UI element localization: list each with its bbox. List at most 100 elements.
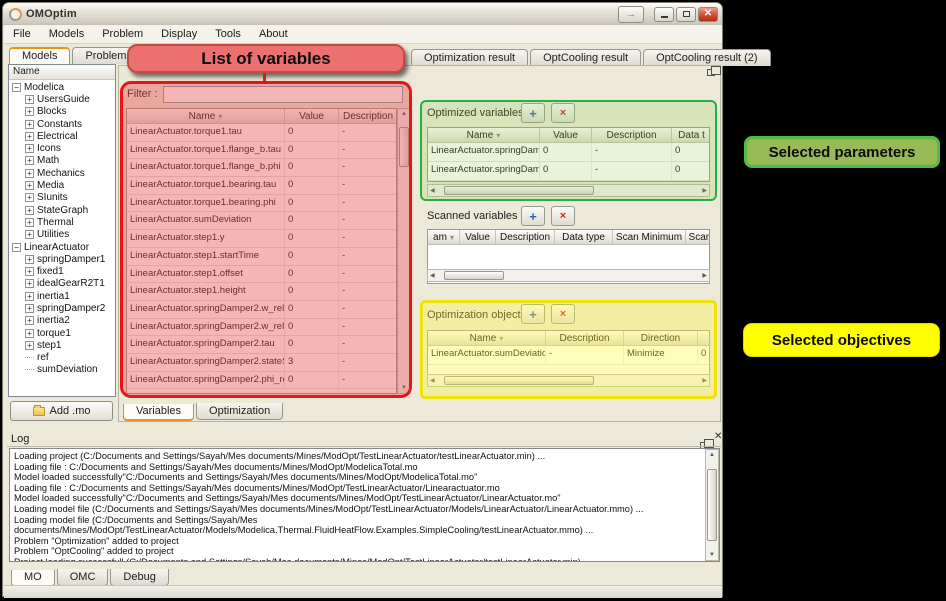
table-row[interactable]: LinearActuator.springDamper2.stateSelect… bbox=[127, 354, 396, 372]
scrollbar-thumb[interactable] bbox=[444, 376, 594, 385]
tree-item-springdamper1[interactable]: +springDamper1 bbox=[9, 253, 115, 265]
column-header-value[interactable]: Value bbox=[285, 109, 339, 123]
tree-expand-icon[interactable]: + bbox=[25, 218, 34, 227]
scrollbar-thumb[interactable] bbox=[707, 469, 717, 541]
tab-omc[interactable]: OMC bbox=[57, 569, 109, 586]
objectives-remove-button[interactable]: × bbox=[551, 304, 575, 324]
tree-item-sumdeviation[interactable]: sumDeviation bbox=[9, 364, 115, 376]
tree-expand-icon[interactable]: + bbox=[25, 267, 34, 276]
table-row[interactable]: LinearActuator.springDamper2.w_rel_start… bbox=[127, 301, 396, 319]
optimized-variables-table[interactable]: Name▾ValueDescriptionData tLinearActuato… bbox=[427, 127, 710, 182]
tree-expand-icon[interactable]: + bbox=[25, 279, 34, 288]
table-row[interactable]: LinearActuator.springDamper2.w_rel0- bbox=[127, 319, 396, 337]
close-button[interactable]: ✕ bbox=[698, 7, 718, 22]
tree-expand-icon[interactable]: + bbox=[25, 255, 34, 264]
column-header-data-t[interactable]: Data t bbox=[672, 128, 710, 142]
table-row[interactable]: LinearActuator.step1.height0- bbox=[127, 283, 396, 301]
tree-item-fixed1[interactable]: +fixed1 bbox=[9, 265, 115, 277]
tree-expand-icon[interactable]: + bbox=[25, 169, 34, 178]
tree-item-usersguide[interactable]: +UsersGuide bbox=[9, 93, 115, 105]
scroll-right-icon[interactable]: ▶ bbox=[700, 376, 709, 386]
tree-name-header[interactable]: Name bbox=[9, 65, 115, 80]
tab-optimization[interactable]: Optimization bbox=[196, 403, 283, 420]
tree-expand-icon[interactable]: + bbox=[25, 304, 34, 313]
tree-expand-icon[interactable]: + bbox=[25, 292, 34, 301]
scroll-down-icon[interactable]: ▼ bbox=[399, 383, 409, 393]
scroll-up-icon[interactable]: ▲ bbox=[399, 109, 409, 119]
tree-expand-icon[interactable]: + bbox=[25, 230, 34, 239]
table-row[interactable]: LinearActuator.springDamper1.d0-0 bbox=[428, 162, 709, 181]
tree-item-linearactuator[interactable]: −LinearActuator bbox=[9, 241, 115, 253]
tree-item-springdamper2[interactable]: +springDamper2 bbox=[9, 302, 115, 314]
tree-item-stategraph[interactable]: +StateGraph bbox=[9, 204, 115, 216]
objectives-horizontal-scrollbar[interactable]: ◀ ▶ bbox=[427, 374, 710, 387]
tree-item-torque1[interactable]: +torque1 bbox=[9, 327, 115, 339]
table-row[interactable]: LinearActuator.step1.startTime0- bbox=[127, 248, 396, 266]
log-close-icon[interactable]: ✕ bbox=[714, 432, 722, 442]
table-row[interactable]: LinearActuator.step1.y0- bbox=[127, 230, 396, 248]
maximize-button[interactable] bbox=[676, 7, 696, 22]
tree-item-electrical[interactable]: +Electrical bbox=[9, 130, 115, 142]
tree-expand-icon[interactable]: + bbox=[25, 120, 34, 129]
table-row[interactable]: LinearActuator.sumDeviation-Minimize0 bbox=[428, 346, 709, 365]
optimized-remove-button[interactable]: × bbox=[551, 103, 575, 123]
scrollbar-thumb[interactable] bbox=[399, 127, 409, 167]
menu-tools[interactable]: Tools bbox=[206, 26, 250, 42]
scroll-left-icon[interactable]: ◀ bbox=[428, 271, 437, 281]
variables-table[interactable]: Name▾ValueDescriptionLinearActuator.torq… bbox=[126, 108, 397, 394]
column-header-value[interactable]: Value bbox=[460, 230, 496, 244]
column-header-n[interactable]: N bbox=[698, 331, 710, 345]
forward-arrow-button[interactable]: → bbox=[618, 6, 644, 23]
tab-variables[interactable]: Variables bbox=[123, 404, 194, 421]
tree-item-modelica[interactable]: −Modelica bbox=[9, 81, 115, 93]
tab-optimization-result[interactable]: Optimization result bbox=[411, 49, 528, 66]
scrollbar-thumb[interactable] bbox=[444, 186, 594, 195]
tree-item-blocks[interactable]: +Blocks bbox=[9, 106, 115, 118]
table-row[interactable]: LinearActuator.springDamper2.phi_rel_sta… bbox=[127, 372, 396, 390]
column-header-data-type[interactable]: Data type bbox=[555, 230, 613, 244]
optimized-add-button[interactable]: + bbox=[521, 103, 545, 123]
scroll-left-icon[interactable]: ◀ bbox=[428, 186, 437, 196]
table-row[interactable]: LinearActuator.torque1.tau0- bbox=[127, 124, 396, 142]
filter-input[interactable] bbox=[163, 86, 403, 103]
column-header-name[interactable]: Name▾ bbox=[428, 128, 540, 142]
scanned-add-button[interactable]: + bbox=[521, 206, 545, 226]
menu-display[interactable]: Display bbox=[152, 26, 206, 42]
column-header-description[interactable]: Description bbox=[339, 109, 397, 123]
scroll-right-icon[interactable]: ▶ bbox=[700, 186, 709, 196]
menu-problem[interactable]: Problem bbox=[93, 26, 152, 42]
table-row[interactable]: LinearActuator.torque1.flange_b.tau0- bbox=[127, 142, 396, 160]
tree-expand-icon[interactable]: + bbox=[25, 341, 34, 350]
tree-item-icons[interactable]: +Icons bbox=[9, 142, 115, 154]
tree-item-inertia1[interactable]: +inertia1 bbox=[9, 290, 115, 302]
scrollbar-thumb[interactable] bbox=[444, 271, 504, 280]
tab-optcooling-result-2[interactable]: OptCooling result (2) bbox=[643, 49, 771, 66]
menu-file[interactable]: File bbox=[4, 26, 40, 42]
column-header-scan-m[interactable]: Scan M bbox=[686, 230, 710, 244]
table-row[interactable]: LinearActuator.springDamper2.tau0- bbox=[127, 336, 396, 354]
tree-item-thermal[interactable]: +Thermal bbox=[9, 216, 115, 228]
tree-collapse-icon[interactable]: − bbox=[12, 83, 21, 92]
minimize-button[interactable] bbox=[654, 7, 674, 22]
table-row[interactable]: LinearActuator.torque1.bearing.tau0- bbox=[127, 177, 396, 195]
log-output[interactable]: Loading project (C:/Documents and Settin… bbox=[9, 448, 720, 562]
tree-item-utilities[interactable]: +Utilities bbox=[9, 229, 115, 241]
column-header-value[interactable]: Value bbox=[540, 128, 592, 142]
log-vertical-scrollbar[interactable]: ▲ ▼ bbox=[705, 449, 719, 561]
table-row[interactable]: LinearActuator.torque1.flange_b.phi0- bbox=[127, 159, 396, 177]
tree-expand-icon[interactable]: + bbox=[25, 316, 34, 325]
scanned-remove-button[interactable]: × bbox=[551, 206, 575, 226]
scroll-right-icon[interactable]: ▶ bbox=[700, 271, 709, 281]
tree-expand-icon[interactable]: + bbox=[25, 193, 34, 202]
tree-item-media[interactable]: +Media bbox=[9, 179, 115, 191]
tree-item-inertia2[interactable]: +inertia2 bbox=[9, 315, 115, 327]
tree-expand-icon[interactable]: + bbox=[25, 329, 34, 338]
scroll-up-icon[interactable]: ▲ bbox=[707, 450, 717, 460]
menu-about[interactable]: About bbox=[250, 26, 297, 42]
objectives-add-button[interactable]: + bbox=[521, 304, 545, 324]
tree-item-mechanics[interactable]: +Mechanics bbox=[9, 167, 115, 179]
column-header-direction[interactable]: Direction bbox=[624, 331, 698, 345]
tab-models[interactable]: Models bbox=[9, 47, 70, 64]
column-header-am[interactable]: am▾ bbox=[428, 230, 460, 244]
tree-item-math[interactable]: +Math bbox=[9, 155, 115, 167]
